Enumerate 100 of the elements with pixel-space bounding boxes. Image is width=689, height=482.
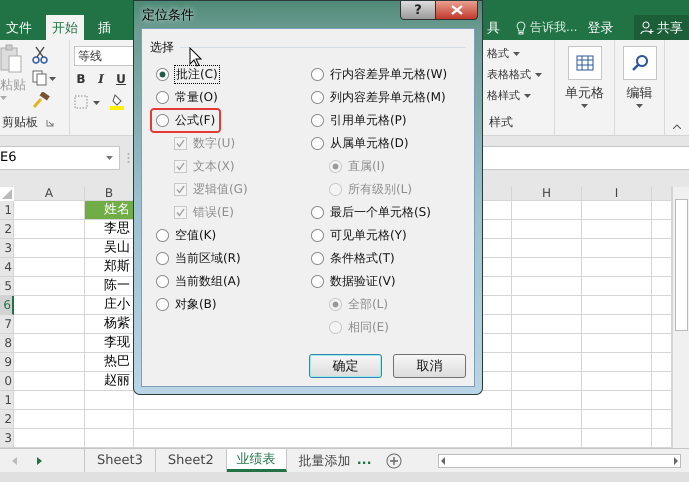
row-header[interactable]: 4	[0, 258, 14, 277]
radio-button[interactable]	[311, 206, 324, 219]
option-row[interactable]: 常量(O)	[156, 86, 311, 109]
scroll-left-icon[interactable]	[439, 456, 447, 464]
caret-icon[interactable]	[581, 104, 588, 108]
help-button[interactable]: ?	[400, 1, 436, 20]
option-label[interactable]: 批注(C)	[175, 66, 219, 83]
caret-icon[interactable]	[106, 156, 113, 160]
close-button[interactable]	[436, 1, 478, 20]
clipboard-icon[interactable]	[0, 44, 22, 74]
row-header[interactable]: 9	[0, 353, 14, 372]
option-label[interactable]: 数据验证(V)	[330, 273, 396, 290]
row-header[interactable]: 3	[0, 429, 14, 448]
lightbulb-icon[interactable]	[516, 20, 526, 34]
search-icon[interactable]	[630, 54, 648, 72]
option-label[interactable]: 列内容差异单元格(M)	[330, 89, 446, 106]
table-cells-icon[interactable]	[574, 53, 594, 73]
ribbon-tab[interactable]: 插	[92, 15, 117, 40]
row-header[interactable]: 8	[0, 334, 14, 353]
radio-button[interactable]	[311, 91, 324, 104]
radio-button[interactable]	[311, 275, 324, 288]
option-label[interactable]: 条件格式(T)	[330, 250, 395, 267]
caret-icon[interactable]	[524, 94, 531, 98]
sign-in-link[interactable]: 登录	[587, 18, 614, 36]
scroll-right-icon[interactable]	[37, 456, 42, 464]
ribbon-tab[interactable]: 具	[481, 15, 506, 40]
option-row[interactable]: 当前数组(A)	[156, 270, 311, 293]
styles-menu-item[interactable]: 格式	[487, 46, 509, 61]
option-row[interactable]: 行内容差异单元格(W)	[311, 63, 466, 86]
styles-menu-item[interactable]: 格样式	[487, 88, 520, 103]
option-label[interactable]: 公式(F)	[175, 112, 216, 129]
row-header[interactable]: 2	[0, 410, 14, 429]
vertical-scrollbar[interactable]	[672, 187, 689, 448]
ribbon-tab[interactable]: 文件	[0, 15, 38, 40]
option-row[interactable]: 从属单元格(D)	[311, 132, 466, 155]
ok-button[interactable]: 确定	[309, 354, 382, 378]
tell-me-search[interactable]: 告诉我...	[530, 19, 578, 36]
row-header[interactable]: 1	[0, 201, 14, 220]
collapse-ribbon-icon[interactable]	[673, 124, 681, 129]
editing-button-label[interactable]: 编辑	[626, 84, 652, 102]
radio-button[interactable]	[311, 137, 324, 150]
option-row[interactable]: 可见单元格(Y)	[311, 224, 466, 247]
option-row[interactable]: 批注(C)	[156, 63, 311, 86]
row-header[interactable]: 2	[0, 220, 14, 239]
row-header[interactable]: 1	[0, 391, 14, 410]
column-header[interactable]: A	[14, 187, 85, 201]
caret-icon[interactable]	[636, 104, 643, 108]
cancel-button[interactable]: 取消	[393, 354, 466, 378]
option-row[interactable]: 条件格式(T)	[311, 247, 466, 270]
name-box[interactable]: E6	[0, 146, 120, 170]
sheet-tab[interactable]: 批量添加	[286, 449, 355, 472]
option-row[interactable]: 列内容差异单元格(M)	[311, 86, 466, 109]
option-label[interactable]: 当前区域(R)	[175, 250, 241, 267]
radio-button[interactable]	[311, 114, 324, 127]
radio-button[interactable]	[156, 252, 169, 265]
drag-handle-icon[interactable]	[126, 152, 130, 164]
more-sheets-indicator[interactable]: ...	[354, 449, 380, 472]
column-header[interactable]: B	[85, 187, 134, 201]
radio-button[interactable]	[311, 68, 324, 81]
option-row[interactable]: 引用单元格(P)	[311, 109, 466, 132]
cells-button-label[interactable]: 单元格	[565, 84, 604, 102]
row-header[interactable]: 5	[0, 277, 14, 296]
highlighter-icon[interactable]	[110, 94, 124, 110]
scissors-icon[interactable]	[32, 46, 48, 64]
font-name-field[interactable]: 等线	[74, 46, 134, 66]
add-sheet-icon[interactable]	[386, 452, 402, 468]
option-label[interactable]: 行内容差异单元格(W)	[330, 66, 448, 83]
styles-menu-item[interactable]: 表格格式	[487, 67, 531, 82]
option-label[interactable]: 引用单元格(P)	[330, 112, 407, 129]
scroll-right-icon[interactable]	[672, 456, 680, 464]
radio-button[interactable]	[156, 298, 169, 311]
sheet-tab[interactable]: 业绩表	[226, 449, 287, 472]
option-row[interactable]: 数据验证(V)	[311, 270, 466, 293]
option-row[interactable]: 对象(B)	[156, 293, 311, 316]
radio-button[interactable]	[156, 275, 169, 288]
option-label[interactable]: 对象(B)	[175, 296, 217, 313]
option-label[interactable]: 最后一个单元格(S)	[330, 204, 431, 221]
caret-icon[interactable]	[513, 52, 520, 56]
option-label[interactable]: 当前数组(A)	[175, 273, 241, 290]
format-painter-icon[interactable]	[32, 92, 50, 108]
column-header[interactable]: H	[512, 187, 582, 201]
radio-button[interactable]	[311, 252, 324, 265]
row-header[interactable]: 0	[0, 372, 14, 391]
option-label[interactable]: 从属单元格(D)	[330, 135, 409, 152]
option-row[interactable]: 当前区域(R)	[156, 247, 311, 270]
radio-button[interactable]	[156, 229, 169, 242]
ribbon-tab[interactable]: 开始	[46, 15, 84, 40]
option-label[interactable]: 空值(K)	[175, 227, 216, 244]
radio-button[interactable]	[156, 68, 169, 81]
option-label[interactable]: 可见单元格(Y)	[330, 227, 407, 244]
column-header[interactable]: I	[582, 187, 652, 201]
horizontal-scrollbar[interactable]	[438, 454, 681, 468]
row-header[interactable]: 3	[0, 239, 14, 258]
copy-icon[interactable]	[32, 70, 56, 86]
dialog-launcher-icon[interactable]	[46, 118, 54, 126]
radio-button[interactable]	[156, 114, 169, 127]
row-header[interactable]: 6	[0, 296, 14, 315]
option-row[interactable]: 空值(K)	[156, 224, 311, 247]
font-style-button[interactable]: B	[74, 72, 88, 86]
caret-icon[interactable]	[535, 72, 542, 76]
